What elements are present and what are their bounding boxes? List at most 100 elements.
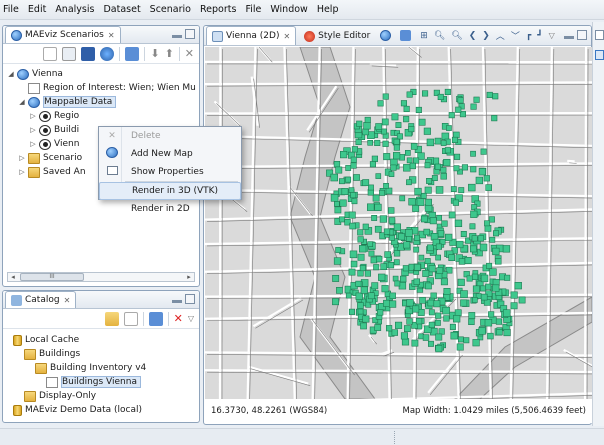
street-line: [567, 159, 575, 163]
grid-icon[interactable]: ⊞: [420, 31, 428, 41]
expand-toggle-icon[interactable]: ▷: [18, 154, 26, 162]
help-icon[interactable]: [380, 30, 392, 41]
minimize-icon[interactable]: [564, 36, 574, 39]
building-marker: [345, 176, 352, 183]
menu-edit[interactable]: Edit: [28, 4, 46, 15]
close-icon[interactable]: ✕: [283, 32, 290, 41]
delete-icon[interactable]: ✕: [174, 312, 183, 325]
minimize-icon[interactable]: [172, 300, 182, 303]
move-down-icon[interactable]: ⬇: [150, 47, 159, 60]
catalog-item[interactable]: Local Cache: [7, 333, 199, 347]
blank-icon[interactable]: [62, 46, 77, 61]
building-marker: [402, 265, 409, 272]
tree-item[interactable]: ▷ Regio: [7, 109, 199, 123]
maximize-icon[interactable]: [577, 30, 587, 40]
select-icon[interactable]: ┏: [526, 31, 531, 41]
scroll-right-icon[interactable]: ▸: [184, 273, 194, 281]
tab-style-editor[interactable]: Style Editor: [298, 26, 376, 45]
scroll-thumb[interactable]: III: [20, 273, 84, 281]
menu-help[interactable]: Help: [317, 4, 339, 15]
tab-catalog[interactable]: Catalog ✕: [5, 291, 77, 308]
move-up-icon[interactable]: ⬆: [165, 47, 174, 60]
scenarios-toolbar: ⬇ ⬆ ✕: [3, 44, 199, 64]
menu-analysis[interactable]: Analysis: [55, 4, 94, 15]
scroll-left-icon[interactable]: ◂: [8, 273, 18, 281]
menu-file[interactable]: File: [245, 4, 261, 15]
pan-left-icon[interactable]: ❮: [469, 31, 477, 41]
zoom-in-icon[interactable]: 🔍︎: [434, 31, 445, 41]
expand-toggle-icon[interactable]: ▷: [18, 168, 26, 176]
globe-icon[interactable]: [100, 46, 115, 61]
building-marker: [485, 184, 493, 191]
building-marker: [416, 198, 425, 206]
expand-toggle-icon[interactable]: ◢: [18, 98, 26, 106]
pan-right-icon[interactable]: ❯: [482, 31, 490, 41]
menu-item-render-in-3d-vtk[interactable]: Render in 3D (VTK): [99, 182, 241, 200]
close-icon[interactable]: ✕: [64, 296, 71, 305]
view-menu-icon[interactable]: ▽: [188, 314, 194, 323]
expand-toggle-icon[interactable]: ▷: [29, 140, 37, 148]
minimize-icon[interactable]: [172, 35, 182, 38]
menu-reports[interactable]: Reports: [200, 4, 236, 15]
expand-toggle-icon[interactable]: ▷: [29, 112, 37, 120]
view-menu-icon[interactable]: ▽: [549, 31, 555, 40]
building-marker: [350, 162, 357, 169]
building-marker: [457, 278, 465, 286]
remove-icon[interactable]: ✕: [185, 47, 194, 60]
tab-maeviz-scenarios[interactable]: MAEviz Scenarios ✕: [5, 26, 121, 43]
tab-vienna-2d[interactable]: Vienna (2D) ✕: [206, 26, 297, 45]
map-canvas[interactable]: [205, 47, 592, 399]
map-view[interactable]: [205, 47, 592, 399]
menu-window[interactable]: Window: [270, 4, 307, 15]
new-document-icon[interactable]: [43, 46, 58, 61]
building-marker: [415, 317, 423, 325]
menu-item-label: Delete: [131, 131, 161, 141]
menu-item-add-new-map[interactable]: Add New Map: [99, 145, 241, 163]
building-marker: [442, 306, 450, 315]
catalog-item[interactable]: Buildings: [7, 347, 199, 361]
menu-item-delete[interactable]: ✕ Delete: [99, 127, 241, 145]
building-marker: [423, 228, 430, 236]
building-marker: [485, 283, 492, 290]
pan-up-icon[interactable]: ︿: [496, 29, 505, 42]
menu-scenario[interactable]: Scenario: [150, 4, 191, 15]
building-marker: [388, 171, 395, 177]
menu-item-render-in-2d[interactable]: Render in 2D: [99, 200, 241, 218]
menu-file[interactable]: File: [3, 4, 19, 15]
measure-icon[interactable]: ┛: [537, 31, 542, 41]
expand-toggle-icon[interactable]: ▷: [29, 126, 37, 134]
perspective-icon[interactable]: [595, 50, 604, 60]
close-icon[interactable]: ✕: [108, 31, 115, 40]
refresh-icon[interactable]: [125, 46, 140, 61]
building-marker: [480, 148, 487, 155]
folder-add-icon[interactable]: [104, 311, 119, 326]
expand-toggle-icon[interactable]: ◢: [7, 70, 15, 78]
maximize-icon[interactable]: [185, 29, 195, 39]
refresh-icon[interactable]: [148, 311, 163, 326]
pan-down-icon[interactable]: ﹀: [511, 29, 520, 42]
new-document-icon[interactable]: [123, 311, 138, 326]
tree-item[interactable]: ◢ Mappable Data: [7, 95, 199, 109]
zoom-out-icon[interactable]: 🔍︎: [451, 31, 462, 41]
map-status-bar: 16.3730, 48.2261 (WGS84) Map Width: 1.04…: [205, 399, 592, 423]
menu-item-show-properties[interactable]: Show Properties: [99, 163, 241, 181]
horizontal-scrollbar[interactable]: ◂ III ▸: [7, 272, 195, 282]
refresh-icon[interactable]: [400, 30, 412, 41]
menu-dataset[interactable]: Dataset: [103, 4, 140, 15]
maximize-icon[interactable]: [185, 294, 195, 304]
catalog-item[interactable]: Building Inventory v4: [7, 361, 199, 375]
table-icon[interactable]: [81, 46, 96, 61]
catalog-item[interactable]: MAEviz Demo Data (local): [7, 403, 199, 417]
catalog-item[interactable]: Buildings Vienna: [7, 375, 199, 389]
restore-icon[interactable]: [595, 30, 604, 40]
building-marker: [495, 318, 503, 325]
building-marker: [452, 199, 460, 206]
building-marker: [431, 175, 438, 181]
building-marker: [357, 302, 364, 309]
tree-item-label: Saved An: [43, 167, 86, 177]
eye-icon: [39, 124, 51, 136]
catalog-item[interactable]: Display-Only: [7, 389, 199, 403]
tree-item[interactable]: ◢ Vienna: [7, 67, 199, 81]
status-divider: [394, 431, 395, 444]
tree-item[interactable]: Region of Interest: Wien; Wien Mu: [7, 81, 199, 95]
